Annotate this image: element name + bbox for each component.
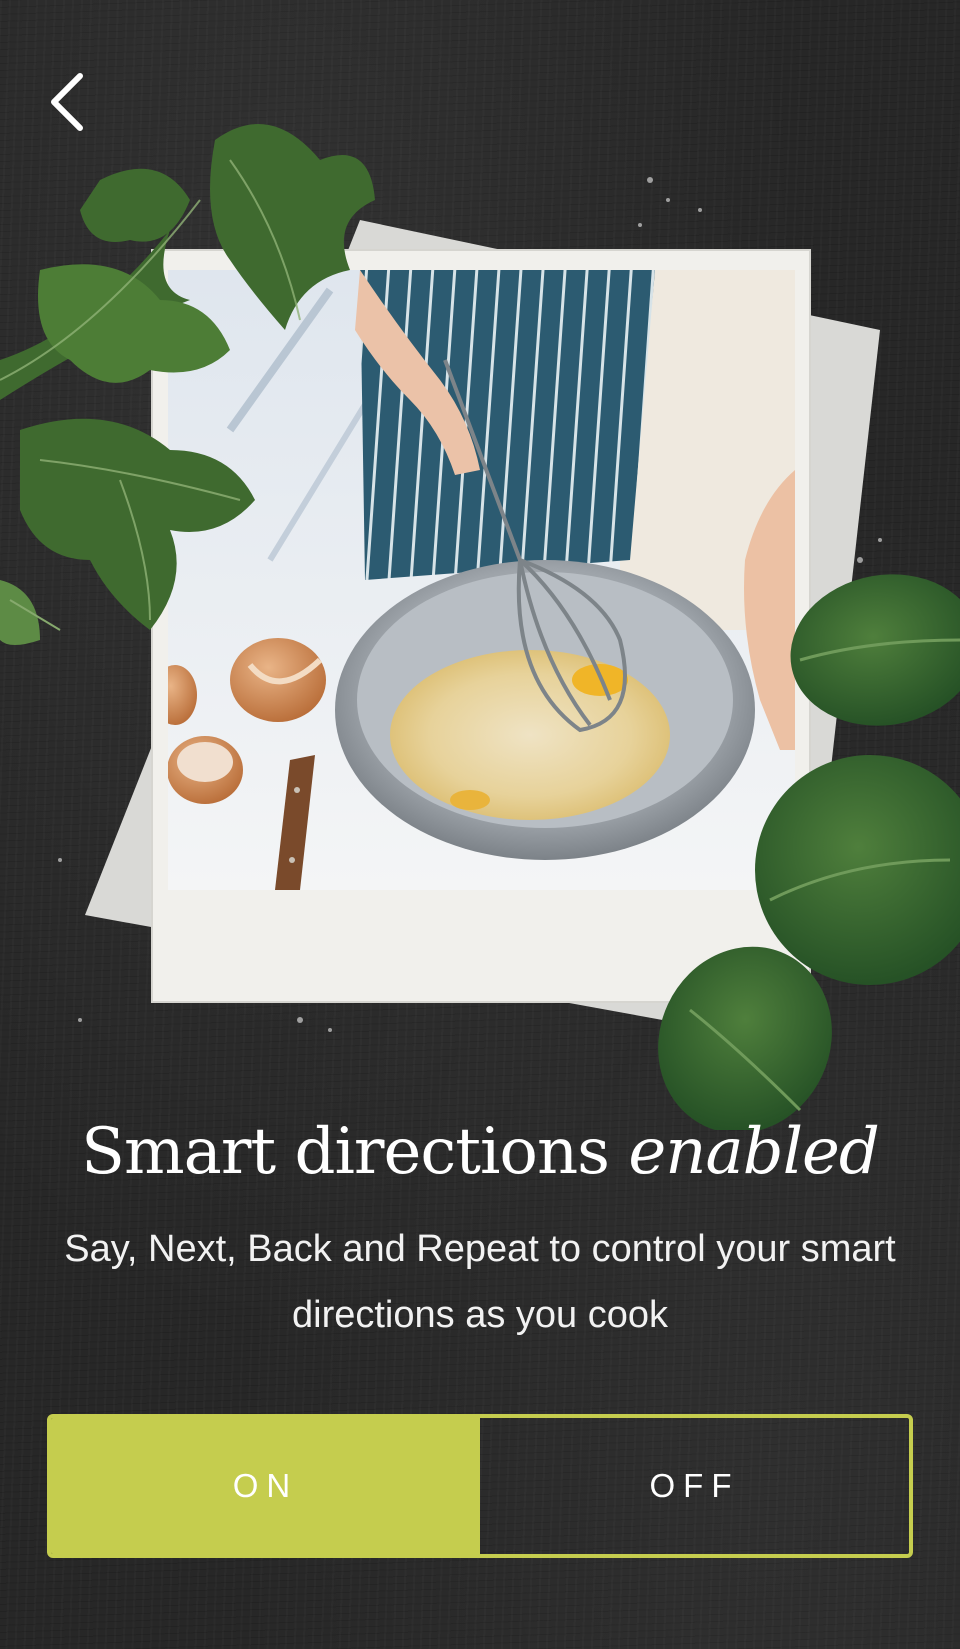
title-main: Smart directions: [81, 1115, 610, 1189]
back-button[interactable]: [38, 66, 98, 136]
smart-directions-toggle[interactable]: ON OFF: [47, 1414, 913, 1558]
smart-directions-screen: Smart directions enabled Say, Next, Back…: [0, 0, 960, 1649]
page-subtitle: Say, Next, Back and Repeat to control yo…: [64, 1228, 896, 1336]
toggle-off-button[interactable]: OFF: [480, 1418, 909, 1554]
page-title: Smart directions enabled: [0, 1110, 960, 1194]
title-emphasis: enabled: [628, 1115, 880, 1189]
hero-illustration: [0, 124, 960, 1130]
toggle-on-button[interactable]: ON: [51, 1418, 480, 1554]
chevron-left-icon: [51, 73, 83, 131]
